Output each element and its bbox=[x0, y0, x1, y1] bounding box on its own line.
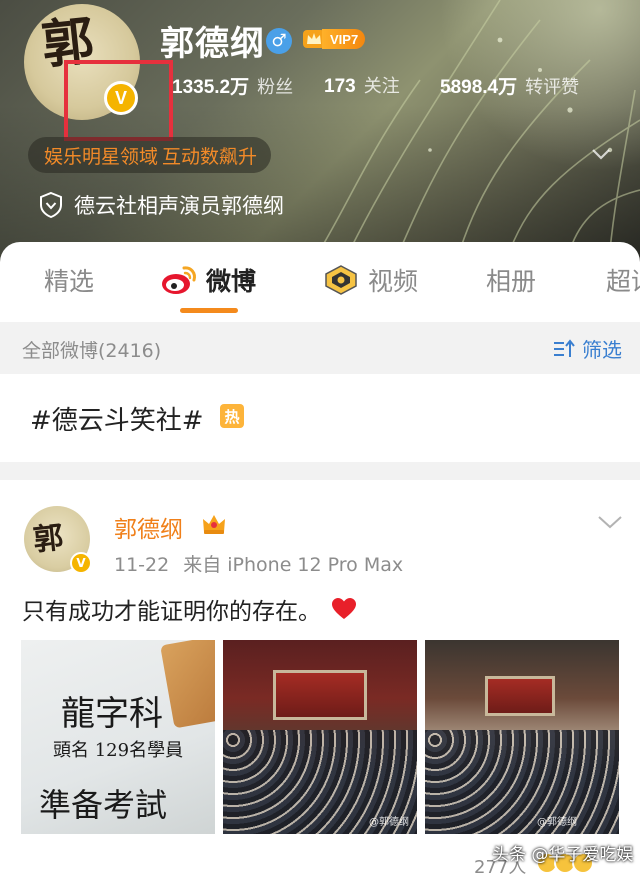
tab-album-label: 相册 bbox=[486, 267, 537, 296]
hot-badge: 热 bbox=[220, 404, 244, 428]
profile-bio: 德云社相声演员郭德纲 bbox=[38, 190, 284, 220]
bio-text: 德云社相声演员郭德纲 bbox=[74, 194, 284, 218]
certification-pill[interactable]: 娱乐明星领域 互动数飙升 bbox=[28, 137, 272, 173]
tab-weibo-label: 微博 bbox=[206, 267, 257, 296]
vip-crown-icon bbox=[203, 515, 225, 534]
calligraphy-line-1: 龍字科 bbox=[61, 694, 163, 734]
theater-stage bbox=[485, 676, 555, 716]
image-watermark: @郭德纲 bbox=[537, 817, 577, 828]
tab-video[interactable]: 视频 bbox=[322, 260, 418, 300]
theater-stage bbox=[273, 670, 367, 720]
chevron-down-icon[interactable] bbox=[590, 143, 612, 165]
avatar-calligraphy: 郭 bbox=[31, 520, 62, 559]
weibo-logo-icon bbox=[162, 266, 196, 294]
toutiao-watermark: 头条 @华子爱吃娱 bbox=[492, 845, 634, 865]
followers-stat[interactable]: 1335.2万 粉丝 bbox=[172, 72, 293, 99]
post-author-name[interactable]: 郭德纲 bbox=[114, 510, 183, 544]
image-watermark: @郭德纲 bbox=[369, 817, 409, 828]
vip-badge[interactable]: VIP7 bbox=[302, 26, 366, 52]
profile-tabs: 精选 微博 视频 相册 超话 bbox=[0, 242, 640, 322]
following-count: 173 bbox=[324, 76, 356, 97]
feed-filter-bar: 全部微博(2416) 筛选 bbox=[0, 322, 640, 374]
tab-album[interactable]: 相册 bbox=[486, 260, 536, 300]
tab-video-label: 视频 bbox=[368, 267, 419, 296]
interactions-stat[interactable]: 5898.4万 转评赞 bbox=[440, 72, 579, 99]
verified-badge-icon: V bbox=[70, 552, 92, 574]
post-meta: 11-22 来自 iPhone 12 Pro Max bbox=[114, 550, 403, 577]
filter-label: 筛选 bbox=[582, 338, 622, 362]
all-posts-count[interactable]: 全部微博(2416) bbox=[22, 336, 161, 363]
vip-level-label: VIP7 bbox=[322, 29, 366, 49]
interactions-label: 转评赞 bbox=[525, 77, 580, 98]
post-image-theater-1[interactable]: @郭德纲 bbox=[223, 640, 417, 834]
profile-name: 郭德纲 bbox=[160, 24, 265, 64]
following-label: 关注 bbox=[363, 76, 400, 97]
video-badge-icon bbox=[325, 265, 357, 295]
tab-weibo[interactable]: 微博 bbox=[160, 260, 256, 300]
tab-super-topic[interactable]: 超话 bbox=[606, 260, 640, 300]
post-text-content: 只有成功才能证明你的存在。 bbox=[22, 599, 321, 625]
audience-crowd bbox=[425, 730, 619, 834]
shield-icon bbox=[40, 191, 62, 219]
tab-super-topic-label: 超话 bbox=[606, 267, 640, 296]
post-image-calligraphy[interactable]: 龍字科 頭名 129名學員 準备考試 bbox=[21, 640, 215, 834]
filter-button[interactable]: 筛选 bbox=[552, 334, 622, 363]
cert-rank: 互动数飙升 bbox=[162, 145, 258, 168]
tab-featured-label: 精选 bbox=[44, 267, 95, 296]
chevron-down-icon[interactable] bbox=[596, 512, 624, 532]
following-stat[interactable]: 173 关注 bbox=[324, 72, 400, 98]
active-tab-underline bbox=[180, 308, 238, 313]
cert-field: 娱乐明星领域 bbox=[44, 145, 159, 168]
wooden-block bbox=[160, 640, 215, 729]
calligraphy-line-2: 頭名 129名學員 bbox=[53, 740, 184, 761]
topic-banner[interactable]: #德云斗笑社# 热 bbox=[0, 374, 640, 462]
filter-icon bbox=[554, 338, 575, 357]
followers-count: 1335.2万 bbox=[172, 77, 250, 98]
tab-featured[interactable]: 精选 bbox=[44, 260, 94, 300]
profile-header: 郭 V 郭德纲 ♂ VIP7 1335.2万 粉丝 173 关注 5898.4万… bbox=[0, 0, 640, 262]
weibo-post: 郭 V 郭德纲 11-22 来自 iPhone 12 Pro Max 只有成功才能… bbox=[0, 480, 640, 874]
followers-label: 粉丝 bbox=[257, 77, 294, 98]
interactions-count: 5898.4万 bbox=[440, 77, 518, 98]
profile-stats: 1335.2万 粉丝 173 关注 5898.4万 转评赞 bbox=[0, 72, 640, 102]
post-source: 来自 iPhone 12 Pro Max bbox=[183, 554, 404, 576]
post-text: 只有成功才能证明你的存在。 bbox=[22, 592, 357, 626]
post-date: 11-22 bbox=[114, 554, 170, 576]
post-image-theater-2[interactable]: @郭德纲 bbox=[425, 640, 619, 834]
topic-hashtag: #德云斗笑社# bbox=[30, 406, 204, 436]
heart-emoji-icon bbox=[332, 598, 356, 619]
male-gender-icon: ♂ bbox=[266, 28, 292, 54]
calligraphy-line-3: 準备考試 bbox=[39, 786, 168, 824]
